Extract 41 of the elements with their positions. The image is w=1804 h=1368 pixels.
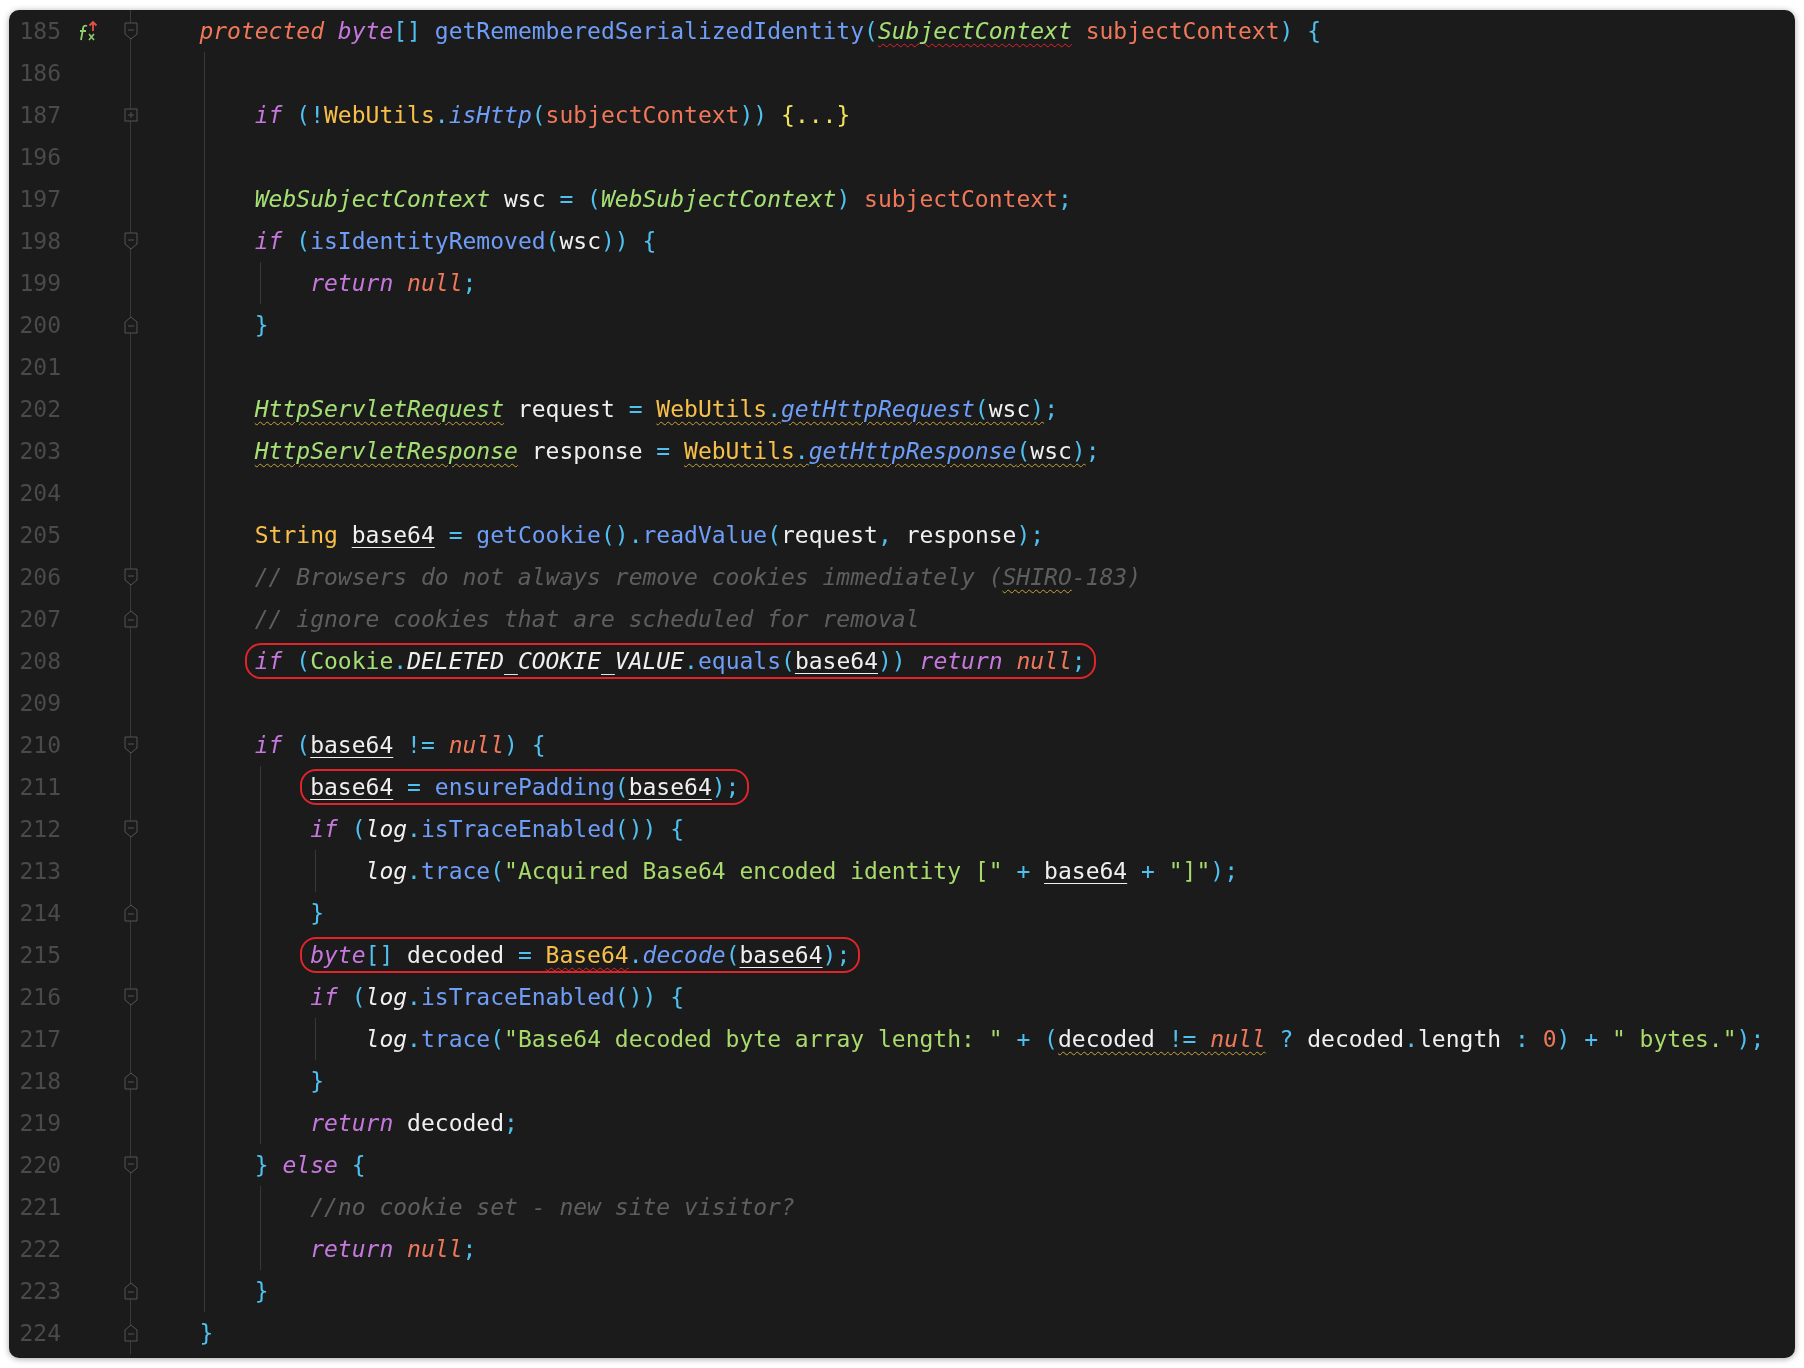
- fold-icon[interactable]: [123, 232, 138, 250]
- code-line: }: [309, 899, 325, 928]
- code-line: }: [253, 1277, 270, 1306]
- code-line: HttpServletRequest request = WebUtils.getHttpRequest(wsc);: [253, 395, 1059, 424]
- code-line: HttpServletResponse response = WebUtils.getHttpResponse(wsc);: [253, 437, 1101, 466]
- code-line: return null;: [309, 1235, 478, 1264]
- code-line: if (isIdentityRemoved(wsc)) {: [253, 227, 658, 256]
- code-line: if (Cookie.DELETED_COOKIE_VALUE.equals(base64)) return null;: [244, 643, 1096, 679]
- expand-icon[interactable]: [123, 108, 138, 122]
- code-line: log.trace("Acquired Base64 encoded identity [" + base64 + "]");: [364, 857, 1239, 886]
- fold-icon[interactable]: [123, 736, 138, 754]
- code-line: base64 = ensurePadding(base64);: [300, 769, 750, 805]
- fold-icon[interactable]: [123, 988, 138, 1006]
- code-line: if (!WebUtils.isHttp(subjectContext)) {...}: [253, 101, 852, 130]
- fold-end-icon[interactable]: [123, 1282, 138, 1300]
- fold-end-icon[interactable]: [123, 1072, 138, 1090]
- code-line: protected byte[] getRememberedSerializedIdentity(SubjectContext subjectContext) {: [198, 17, 1323, 46]
- code-line: // ignore cookies that are scheduled for removal: [253, 605, 921, 634]
- code-line: log.trace("Base64 decoded byte array length: " + (decoded != null ? decoded.length : 0) + " bytes.");: [364, 1025, 1766, 1054]
- fold-end-icon[interactable]: [123, 1324, 138, 1342]
- code-line: byte[] decoded = Base64.decode(base64);: [300, 937, 861, 973]
- code-line: //no cookie set - new site visitor?: [309, 1193, 796, 1222]
- fold-icon[interactable]: [123, 22, 138, 40]
- code-line: }: [309, 1067, 325, 1096]
- code-line: // Browsers do not always remove cookies immediately (SHIRO-183): [253, 563, 1142, 592]
- fold-end-icon[interactable]: [123, 316, 138, 334]
- code-line: WebSubjectContext wsc = (WebSubjectContext) subjectContext;: [253, 185, 1073, 214]
- code-line: }: [198, 1319, 215, 1348]
- fold-end-icon[interactable]: [123, 904, 138, 922]
- fold-icon[interactable]: [123, 568, 138, 586]
- code-line: String base64 = getCookie().readValue(request, response);: [253, 521, 1046, 550]
- code-line: return null;: [309, 269, 478, 298]
- fold-icon[interactable]: [123, 1156, 138, 1174]
- fold-icon[interactable]: [123, 820, 138, 838]
- code-line: return decoded;: [309, 1109, 519, 1138]
- code-line: if (base64 != null) {: [253, 731, 547, 760]
- code-line: if (log.isTraceEnabled()) {: [309, 815, 686, 844]
- code-line: }: [253, 311, 270, 340]
- code-line: if (log.isTraceEnabled()) {: [309, 983, 686, 1012]
- fold-end-icon[interactable]: [123, 610, 138, 628]
- code-line: } else {: [253, 1151, 367, 1180]
